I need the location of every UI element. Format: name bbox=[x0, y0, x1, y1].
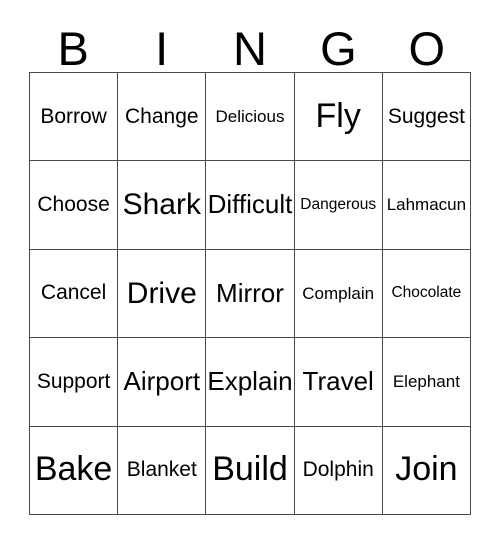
bingo-cell[interactable]: Difficult bbox=[206, 161, 295, 250]
bingo-cell-label: Mirror bbox=[216, 277, 284, 308]
bingo-cell-label: Borrow bbox=[40, 104, 107, 128]
bingo-cell[interactable]: Airport bbox=[118, 338, 207, 427]
bingo-cell-label: Lahmacun bbox=[386, 195, 467, 215]
bingo-cell-label: Cancel bbox=[40, 281, 107, 305]
bingo-cell-label: Difficult bbox=[207, 189, 293, 220]
bingo-cell[interactable]: Complain bbox=[294, 249, 383, 339]
bingo-cell[interactable]: Cancel bbox=[30, 249, 119, 339]
bingo-cell[interactable]: Elephant bbox=[382, 338, 471, 427]
bingo-cell[interactable]: Support bbox=[30, 338, 119, 427]
bingo-cell-label: Explain bbox=[207, 366, 293, 397]
bingo-cell[interactable]: Lahmacun bbox=[382, 161, 471, 250]
bingo-cell-label: Choose bbox=[37, 193, 110, 217]
bingo-cell-label: Chocolate bbox=[391, 284, 462, 302]
bingo-cell-label: Suggest bbox=[387, 104, 465, 128]
bingo-cell[interactable]: Suggest bbox=[382, 73, 471, 162]
bingo-header-letter-g: G bbox=[320, 22, 357, 75]
bingo-cell-label: Shark bbox=[122, 188, 201, 222]
bingo-header-letter-n: N bbox=[233, 22, 267, 75]
bingo-card: B I N G O Borrow Change Delicious Fly Su… bbox=[0, 0, 500, 544]
bingo-cell[interactable]: Shark bbox=[118, 161, 207, 250]
bingo-grid: Borrow Change Delicious Fly Suggest Choo… bbox=[29, 72, 471, 515]
bingo-cell-label: Fly bbox=[315, 96, 361, 135]
bingo-cell[interactable]: Build bbox=[206, 426, 295, 515]
bingo-cell-label: Join bbox=[395, 450, 458, 489]
bingo-cell[interactable]: Dolphin bbox=[294, 426, 383, 515]
bingo-cell[interactable]: Choose bbox=[30, 161, 119, 250]
bingo-cell-label: Airport bbox=[123, 366, 201, 397]
bingo-cell-label: Blanket bbox=[126, 458, 197, 482]
bingo-cell-label: Dolphin bbox=[302, 458, 374, 482]
bingo-header-letter-o: O bbox=[408, 22, 446, 75]
bingo-cell-label: Dangerous bbox=[300, 195, 377, 213]
bingo-cell[interactable]: Fly bbox=[294, 73, 383, 162]
bingo-header-row: B I N G O bbox=[29, 18, 471, 72]
bingo-cell[interactable]: Explain bbox=[206, 338, 295, 427]
bingo-cell-label: Complain bbox=[302, 283, 375, 303]
bingo-cell-label: Change bbox=[125, 104, 199, 128]
bingo-cell[interactable]: Bake bbox=[30, 426, 119, 515]
bingo-cell-label: Drive bbox=[126, 276, 197, 310]
bingo-cell[interactable]: Mirror bbox=[206, 249, 295, 339]
bingo-cell[interactable]: Travel bbox=[294, 338, 383, 427]
bingo-cell[interactable]: Change bbox=[118, 73, 207, 162]
bingo-cell[interactable]: Blanket bbox=[118, 426, 207, 515]
bingo-cell-label: Elephant bbox=[392, 371, 460, 391]
bingo-header-letter-i: I bbox=[155, 22, 169, 75]
bingo-cell[interactable]: Drive bbox=[118, 249, 207, 339]
bingo-header-letter-b: B bbox=[57, 22, 89, 75]
bingo-cell-label: Travel bbox=[302, 366, 374, 397]
bingo-cell[interactable]: Borrow bbox=[30, 73, 119, 162]
bingo-cell[interactable]: Join bbox=[382, 426, 471, 515]
bingo-cell-label: Support bbox=[36, 369, 111, 393]
bingo-cell-label: Build bbox=[212, 450, 288, 489]
bingo-cell-label: Bake bbox=[34, 450, 113, 489]
bingo-cell[interactable]: Dangerous bbox=[294, 161, 383, 250]
bingo-cell-label: Delicious bbox=[215, 106, 285, 126]
bingo-cell[interactable]: Chocolate bbox=[382, 249, 471, 339]
bingo-cell[interactable]: Delicious bbox=[206, 73, 295, 162]
